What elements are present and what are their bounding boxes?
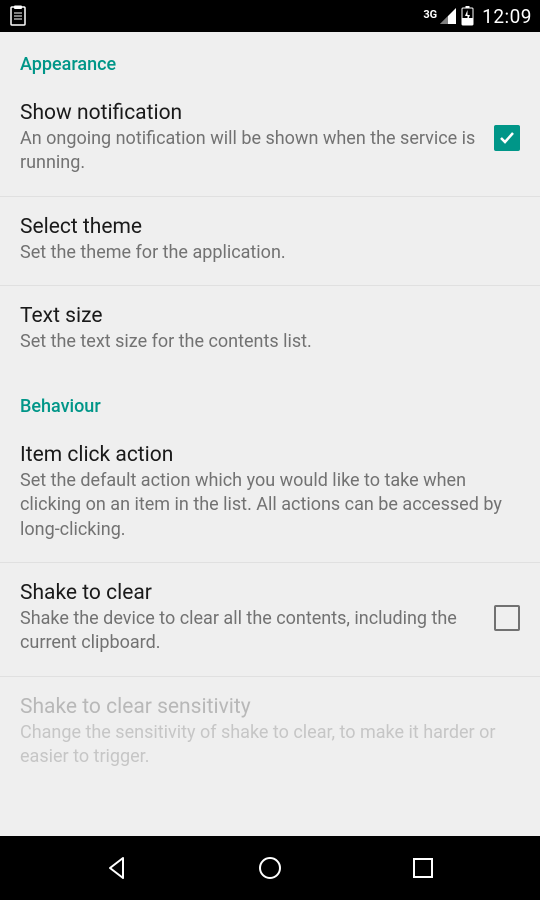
status-bar: 3G 12:09 bbox=[0, 0, 540, 32]
checkbox-checked-icon[interactable] bbox=[494, 125, 520, 151]
battery-charging-icon bbox=[461, 6, 474, 26]
nav-home-button[interactable] bbox=[254, 852, 286, 884]
checkbox-unchecked-icon[interactable] bbox=[494, 605, 520, 631]
setting-item-click-action[interactable]: Item click action Set the default action… bbox=[0, 425, 540, 563]
setting-select-theme[interactable]: Select theme Set the theme for the appli… bbox=[0, 197, 540, 286]
section-header-appearance: Appearance bbox=[0, 32, 540, 83]
setting-desc: Set the text size for the contents list. bbox=[20, 330, 508, 354]
setting-shake-to-clear[interactable]: Shake to clear Shake the device to clear… bbox=[0, 563, 540, 677]
setting-desc: An ongoing notification will be shown wh… bbox=[20, 127, 482, 176]
nav-back-button[interactable] bbox=[101, 852, 133, 884]
setting-desc: Shake the device to clear all the conten… bbox=[20, 607, 482, 656]
nav-recent-button[interactable] bbox=[407, 852, 439, 884]
network-type-label: 3G bbox=[423, 9, 437, 20]
setting-title: Item click action bbox=[20, 443, 508, 467]
setting-desc: Set the theme for the application. bbox=[20, 241, 508, 265]
settings-list: Appearance Show notification An ongoing … bbox=[0, 32, 540, 836]
setting-title: Text size bbox=[20, 304, 508, 328]
setting-shake-sensitivity: Shake to clear sensitivity Change the se… bbox=[0, 677, 540, 790]
setting-title: Shake to clear sensitivity bbox=[20, 695, 508, 719]
clock-label: 12:09 bbox=[482, 5, 532, 28]
section-header-behaviour: Behaviour bbox=[0, 374, 540, 425]
clipboard-icon bbox=[8, 5, 28, 27]
setting-desc: Change the sensitivity of shake to clear… bbox=[20, 721, 508, 770]
navigation-bar bbox=[0, 836, 540, 900]
setting-text-size[interactable]: Text size Set the text size for the cont… bbox=[0, 286, 540, 374]
setting-desc: Set the default action which you would l… bbox=[20, 469, 508, 542]
signal-icon bbox=[439, 7, 457, 25]
setting-title: Shake to clear bbox=[20, 581, 482, 605]
setting-title: Select theme bbox=[20, 215, 508, 239]
setting-title: Show notification bbox=[20, 101, 482, 125]
setting-show-notification[interactable]: Show notification An ongoing notificatio… bbox=[0, 83, 540, 197]
